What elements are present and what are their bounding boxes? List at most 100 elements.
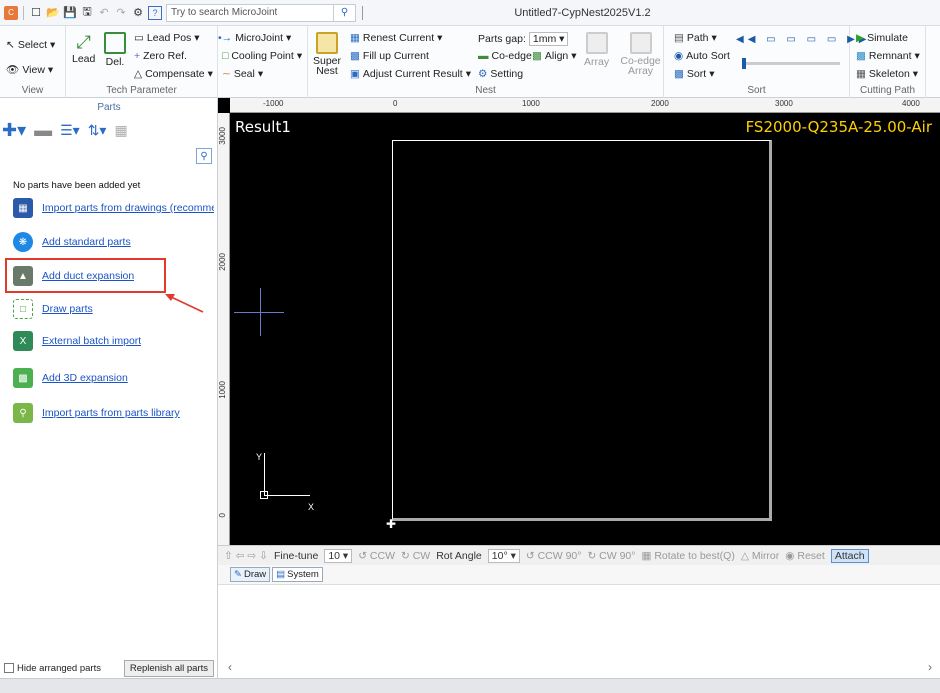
renest-current-button[interactable]: ▦ Renest Current ▾ (350, 32, 442, 44)
simulate-button[interactable]: ▶ Simulate (856, 32, 908, 44)
setting-icon: ⚙ (478, 68, 488, 80)
select-button[interactable]: ↖ Select ▾ (6, 39, 55, 51)
ribbon-group-label: Nest (475, 85, 496, 96)
rotate-cw90-button[interactable]: ↻ CW 90° (587, 550, 635, 562)
zero-ref-button[interactable]: + Zero Ref. (134, 50, 187, 62)
reset-button[interactable]: ◉ Reset (785, 550, 825, 562)
console-output[interactable]: ‹ › (218, 585, 940, 678)
microjoint-button[interactable]: •→ MicroJoint ▾ (218, 32, 291, 44)
parts-search-button[interactable]: ⚲ (196, 148, 212, 164)
co-edge-button[interactable]: ▬ Co-edge (478, 50, 532, 62)
batch-import-icon: X (13, 331, 33, 351)
add-3d-expansion-link[interactable]: ▩ Add 3D expansion (13, 368, 128, 388)
remove-part-icon[interactable]: ▬ (34, 120, 52, 141)
tab-draw[interactable]: ✎ Draw (230, 567, 271, 582)
import-parts-library-link[interactable]: ⚲ Import parts from parts library (13, 403, 180, 423)
align-icon: ▩ (532, 50, 542, 62)
remnant-icon: ▩ (856, 50, 866, 62)
super-nest-button[interactable]: Super Nest (312, 32, 342, 76)
path-button[interactable]: ▤ Path ▾ (674, 32, 717, 44)
delete-lead-icon (104, 32, 126, 54)
highlight-box (5, 258, 166, 293)
axis-x-line (264, 495, 310, 496)
ribbon-group-cutting-path: ▶ Simulate ▩ Remnant ▾ ▦ Skeleton ▾ Cutting P… (850, 26, 926, 98)
parts-panel-footer: Hide arranged parts Replenish all parts (0, 658, 218, 678)
array-button[interactable]: Array (584, 32, 609, 68)
sort-slider[interactable] (742, 58, 840, 69)
lead-icon: ⤢ (76, 32, 91, 52)
cooling-point-icon: □ (222, 50, 229, 62)
ribbon-group-view: ↖ Select ▾ 👁 View ▾ View (0, 26, 66, 98)
tab-system[interactable]: ▤ System (272, 567, 323, 582)
axis-y-line (264, 453, 265, 495)
plate-sheet[interactable] (392, 140, 772, 521)
play-icon: ▶ (856, 32, 865, 44)
rotate-ccw90-button[interactable]: ↺ CCW 90° (526, 550, 582, 562)
ruler-left: 3000 2000 1000 0 (218, 113, 230, 545)
draw-icon: ✎ (234, 569, 242, 580)
setting-button[interactable]: ⚙ Setting (478, 68, 523, 80)
axis-y-label: Y (256, 452, 263, 462)
slider-thumb[interactable] (742, 58, 746, 69)
rot-angle-select[interactable]: 10° ▾ (487, 548, 520, 563)
sort-button[interactable]: ▩ Sort ▾ (674, 68, 714, 80)
window-title: Untitled7-CypNest2025V1.2 (514, 6, 651, 19)
eye-icon: 👁 (6, 64, 20, 76)
view-button[interactable]: 👁 View ▾ (6, 63, 53, 77)
material-label: FS2000-Q235A-25.00-Air (745, 118, 932, 136)
skeleton-button[interactable]: ▦ Skeleton ▾ (856, 68, 918, 80)
external-batch-import-link[interactable]: X External batch import (13, 331, 141, 351)
align-button[interactable]: ▩ Align ▾ (532, 50, 577, 62)
parts-tab[interactable]: Parts (0, 102, 218, 113)
import-drawing-icon: ▦ (13, 198, 33, 218)
scroll-right-icon[interactable]: › (928, 660, 932, 674)
parts-gap-select[interactable]: 1mm ▾ (528, 32, 569, 46)
array-icon (585, 32, 608, 54)
draw-parts-link[interactable]: □ Draw parts (13, 299, 93, 319)
cooling-point-button[interactable]: □ Cooling Point ▾ (222, 50, 302, 62)
rotate-cw-button[interactable]: ↻ CW (401, 550, 430, 562)
delete-lead-button[interactable]: Del. (104, 32, 126, 68)
hide-arranged-checkbox[interactable]: Hide arranged parts (4, 663, 101, 674)
list-view-icon[interactable]: ☰▾ (60, 122, 80, 139)
rotate-best-button[interactable]: ▦ Rotate to best(Q) (641, 550, 734, 562)
adjust-current-result-button[interactable]: ▣ Adjust Current Result ▾ (350, 68, 471, 80)
move-arrows-icon[interactable]: ⇧ ⇦ ⇨ ⇩ (224, 550, 268, 562)
add-standard-parts-link[interactable]: ❋ Add standard parts (13, 232, 131, 252)
console-tabs: ✎ Draw ▤ System (218, 565, 940, 585)
result-title: Result1 (235, 118, 291, 136)
replenish-all-button[interactable]: Replenish all parts (123, 659, 214, 677)
attach-button[interactable]: Attach (830, 548, 869, 563)
draw-parts-icon: □ (13, 299, 33, 319)
scroll-left-icon[interactable]: ‹ (228, 660, 232, 674)
sort-parts-icon[interactable]: ⇅▾ (88, 122, 107, 139)
lead-pos-button[interactable]: ▭ Lead Pos ▾ (134, 32, 200, 44)
annotation-arrow-icon (165, 294, 204, 313)
finetune-select[interactable]: 10 ▾ (324, 548, 353, 563)
lead-button[interactable]: ⤢ Lead (72, 32, 95, 65)
fill-up-current-button[interactable]: ▩ Fill up Current (350, 50, 429, 62)
ribbon-group-label: Tech Parameter (106, 85, 177, 96)
search-icon: ⚲ (200, 150, 208, 162)
crosshair-icon: + (134, 50, 141, 62)
no-parts-message: No parts have been added yet (13, 180, 141, 191)
ribbon-group-label: Sort (747, 85, 766, 96)
compensate-button[interactable]: △ Compensate ▾ (134, 68, 213, 80)
nest-canvas[interactable]: -1000 0 1000 2000 3000 4000 3000 2000 10… (218, 98, 940, 545)
lead-pos-icon: ▭ (134, 32, 144, 44)
import-drawings-link[interactable]: ▦ Import parts from drawings (recommende… (13, 198, 214, 218)
auto-sort-button[interactable]: ◉ Auto Sort (674, 50, 730, 62)
co-edge-array-button[interactable]: Co-edge Array (618, 32, 663, 76)
add-part-icon[interactable]: ✚▾ (2, 120, 26, 141)
sheet-origin-marker: ✚ (386, 517, 397, 531)
seal-button[interactable]: ∼ Seal ▾ (222, 68, 263, 80)
rotate-ccw-button[interactable]: ↺ CCW (358, 550, 395, 562)
skeleton-icon: ▦ (856, 68, 866, 80)
ribbon-group-label: View (21, 85, 44, 96)
microjoint-icon: •→ (218, 32, 233, 44)
table-view-icon[interactable]: ▦ (114, 122, 127, 139)
mirror-button[interactable]: △ Mirror (741, 550, 779, 562)
adjust-result-icon: ▣ (350, 68, 360, 80)
ruler-top: -1000 0 1000 2000 3000 4000 (230, 98, 940, 113)
remnant-button[interactable]: ▩ Remnant ▾ (856, 50, 920, 62)
